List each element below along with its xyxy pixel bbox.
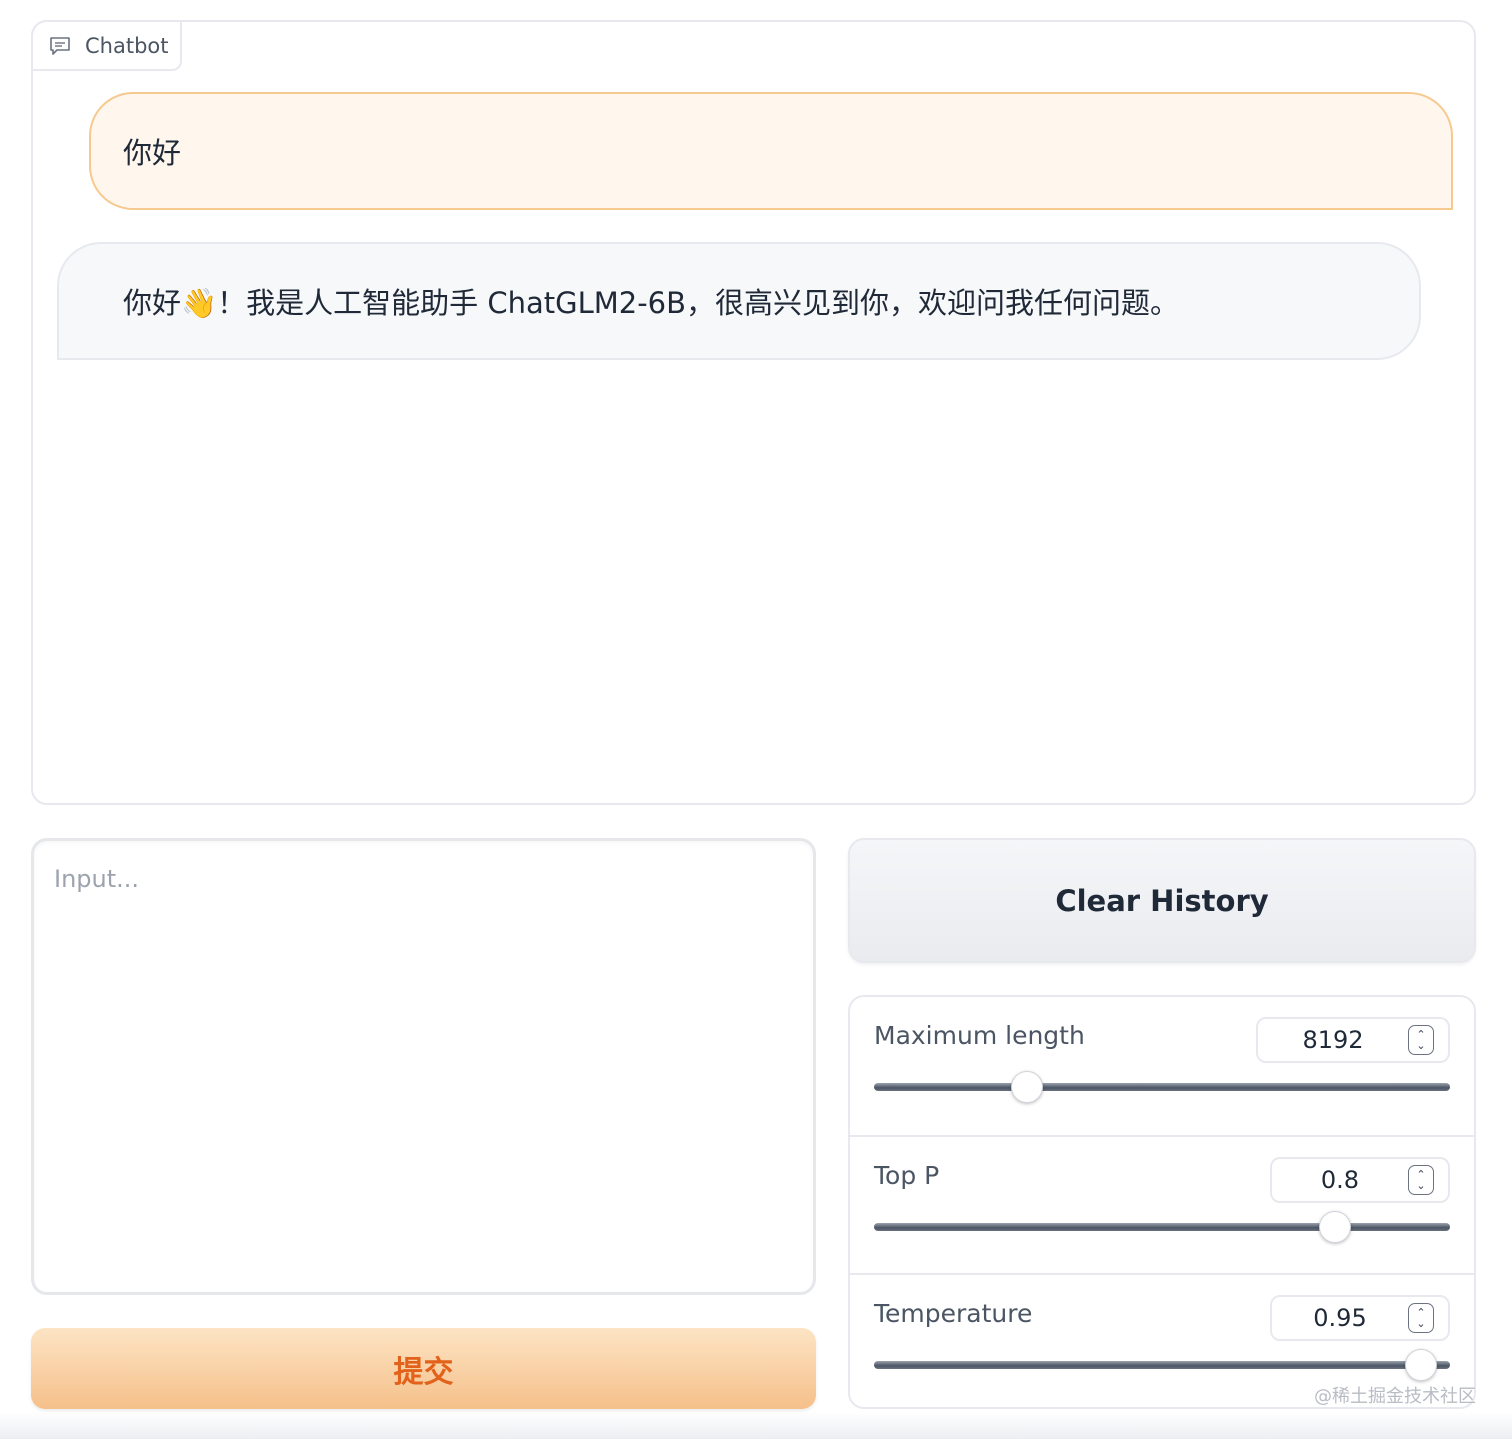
bottom-shadow <box>0 1412 1512 1439</box>
temperature-label: Temperature <box>874 1299 1033 1328</box>
user-message: 你好 <box>89 92 1453 210</box>
spinner-arrows-icon[interactable]: ⌃ ⌄ <box>1408 1025 1434 1055</box>
chatbot-panel: Chatbot 你好 你好👋！我是人工智能助手 ChatGLM2-6B，很高兴见… <box>31 20 1476 805</box>
max-length-slider[interactable] <box>874 1071 1450 1103</box>
user-message-text: 你好 <box>123 136 182 170</box>
max-length-slider-thumb[interactable] <box>1010 1071 1043 1103</box>
top-p-label: Top P <box>874 1161 940 1190</box>
max-length-number-input[interactable]: 8192 ⌃ ⌄ <box>1256 1017 1450 1063</box>
top-p-slider-thumb[interactable] <box>1318 1211 1351 1243</box>
spinner-arrows-icon[interactable]: ⌃ ⌄ <box>1408 1165 1434 1195</box>
temperature-slider[interactable] <box>874 1349 1450 1381</box>
parameters-panel: Maximum length 8192 ⌃ ⌄ Top P 0.8 ⌃ ⌄ Temp… <box>848 995 1476 1409</box>
top-p-value: 0.8 <box>1320 1166 1360 1194</box>
top-p-slider[interactable] <box>874 1211 1450 1243</box>
spinner-arrows-icon[interactable]: ⌃ ⌄ <box>1408 1303 1434 1333</box>
max-length-control: Maximum length 8192 ⌃ ⌄ <box>850 997 1474 1135</box>
max-length-value: 8192 <box>1302 1026 1364 1054</box>
bot-message-text: 你好👋！我是人工智能助手 ChatGLM2-6B，很高兴见到你，欢迎问我任何问题… <box>123 286 1180 320</box>
chatbot-label: Chatbot <box>31 20 182 71</box>
clear-history-button[interactable]: Clear History <box>848 838 1476 963</box>
temperature-value: 0.95 <box>1313 1304 1367 1332</box>
chat-bubble-icon <box>49 36 71 56</box>
message-input-container <box>31 838 816 1295</box>
top-p-control: Top P 0.8 ⌃ ⌄ <box>850 1135 1474 1273</box>
submit-button[interactable]: 提交 <box>31 1328 816 1409</box>
bot-message: 你好👋！我是人工智能助手 ChatGLM2-6B，很高兴见到你，欢迎问我任何问题… <box>57 242 1421 360</box>
temperature-slider-thumb[interactable] <box>1405 1349 1438 1381</box>
watermark: @稀土掘金技术社区 <box>1314 1386 1476 1407</box>
message-input[interactable] <box>34 841 813 1292</box>
chatbot-label-text: Chatbot <box>85 33 169 58</box>
top-p-number-input[interactable]: 0.8 ⌃ ⌄ <box>1270 1157 1450 1203</box>
temperature-number-input[interactable]: 0.95 ⌃ ⌄ <box>1270 1295 1450 1341</box>
max-length-label: Maximum length <box>874 1021 1085 1050</box>
